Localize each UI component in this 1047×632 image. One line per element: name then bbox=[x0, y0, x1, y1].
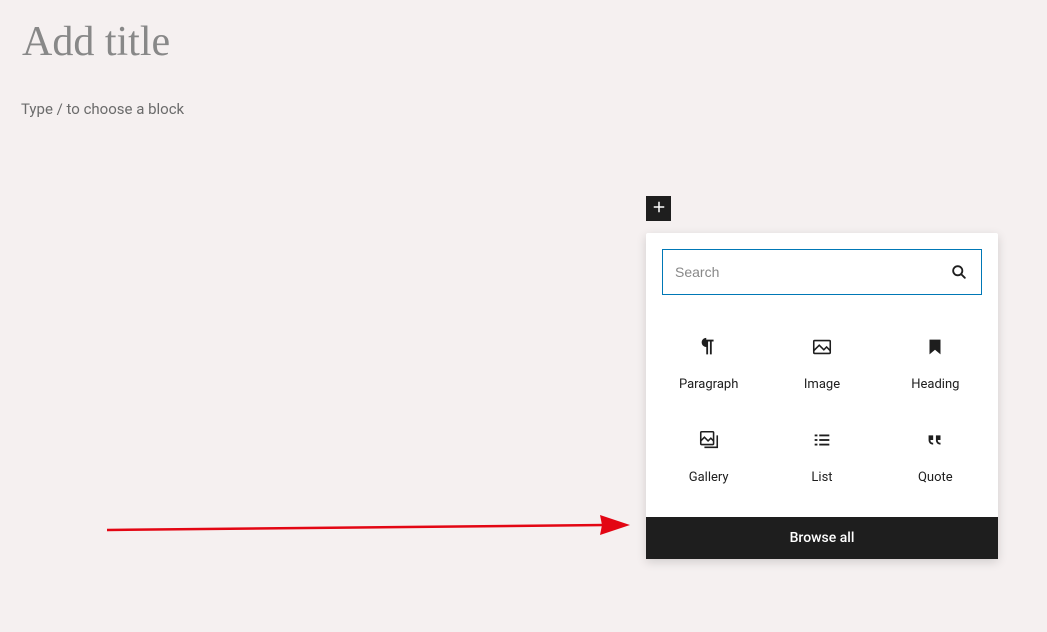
block-image[interactable]: Image bbox=[767, 317, 876, 406]
blocks-grid: Paragraph Image Heading bbox=[646, 305, 998, 517]
quote-icon bbox=[923, 428, 947, 452]
post-title-input[interactable] bbox=[22, 18, 522, 66]
block-heading[interactable]: Heading bbox=[881, 317, 990, 406]
block-gallery[interactable]: Gallery bbox=[654, 410, 763, 499]
block-paragraph[interactable]: Paragraph bbox=[654, 317, 763, 406]
block-label: Heading bbox=[911, 377, 959, 392]
browse-all-button[interactable]: Browse all bbox=[646, 517, 998, 559]
plus-icon bbox=[650, 198, 668, 220]
body-placeholder-text[interactable]: Type / to choose a block bbox=[21, 100, 184, 118]
block-quote[interactable]: Quote bbox=[881, 410, 990, 499]
image-icon bbox=[810, 335, 834, 359]
gallery-icon bbox=[697, 428, 721, 452]
add-block-button[interactable] bbox=[646, 196, 671, 221]
block-label: List bbox=[811, 470, 832, 485]
block-label: Paragraph bbox=[679, 377, 738, 392]
block-inserter-panel: Paragraph Image Heading bbox=[646, 233, 998, 559]
annotation-arrow bbox=[105, 505, 630, 545]
search-input[interactable] bbox=[675, 264, 949, 280]
block-label: Quote bbox=[918, 470, 953, 485]
search-container bbox=[646, 233, 998, 305]
heading-icon bbox=[923, 335, 947, 359]
search-icon bbox=[949, 262, 969, 282]
block-label: Gallery bbox=[689, 470, 729, 485]
list-icon bbox=[810, 428, 834, 452]
paragraph-icon bbox=[697, 335, 721, 359]
block-list[interactable]: List bbox=[767, 410, 876, 499]
block-label: Image bbox=[804, 377, 840, 392]
search-box[interactable] bbox=[662, 249, 982, 295]
